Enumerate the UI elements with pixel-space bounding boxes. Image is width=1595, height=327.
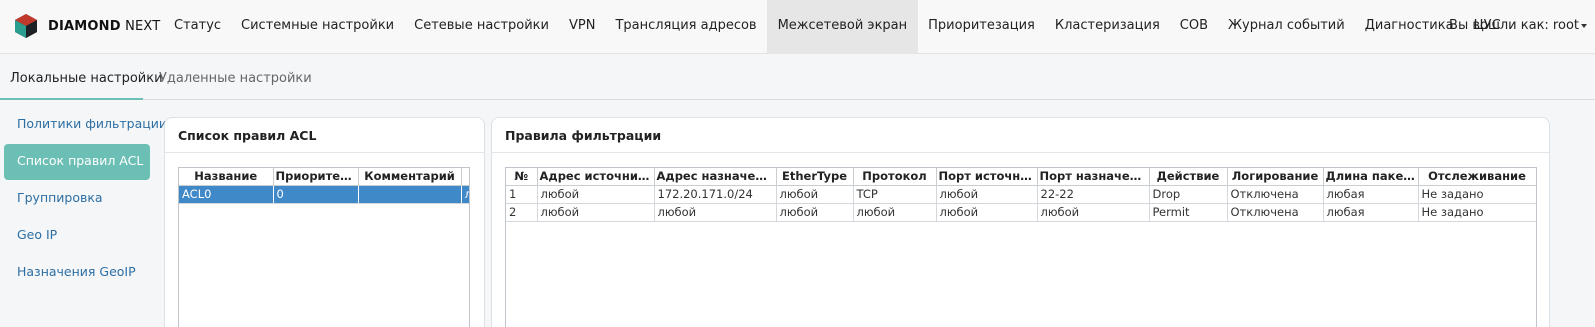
cell-protocol: любой [853,203,937,222]
cell-source-address: любой [537,203,655,222]
cell-destination-address: 172.20.171.0/24 [654,185,777,204]
cell-destination-port: 22-22 [1037,185,1150,204]
cell-packet-length: любая [1323,185,1419,204]
cell-tracking: Не задано [1418,185,1536,204]
column-header-source-address[interactable]: Адрес источника [537,168,655,186]
nav-item-system-settings[interactable]: Системные настройки [231,0,404,54]
nav-item-clustering[interactable]: Кластеризация [1045,0,1170,54]
divider [165,152,484,153]
panel-title: Правила фильтрации [505,128,662,143]
diamond-logo-icon [15,14,37,38]
column-header-packet-length[interactable]: Длина пакета [1323,168,1419,186]
column-header-ethertype[interactable]: EtherType [776,168,854,186]
tab-remote-settings[interactable]: Удаленные настройки [159,62,312,100]
top-navbar: DIAMOND NEXT Статус Системные настройки … [0,0,1595,54]
nav-item-nat[interactable]: Трансляция адресов [605,0,766,54]
column-header-destination-address[interactable]: Адрес назначения [654,168,777,186]
nav-item-prioritization[interactable]: Приоритезация [918,0,1045,54]
sidebar-item-acl-list[interactable]: Список правил ACL [4,144,150,180]
column-header-tracking[interactable]: Отслеживание [1418,168,1536,186]
table-row[interactable]: ACL0 0 л [179,185,469,204]
nav-item-diagnostics[interactable]: Диагностика [1355,0,1464,54]
nav-item-status[interactable]: Статус [164,0,231,54]
column-header-name[interactable]: Название [179,168,274,186]
cell-action: Drop [1149,185,1228,204]
sidebar-item-grouping[interactable]: Группировка [4,181,150,217]
cell-source-port: любой [936,203,1038,222]
sidebar-item-filter-policies[interactable]: Политики фильтрации [4,107,167,143]
nav-item-ids[interactable]: СОВ [1170,0,1218,54]
column-header-number[interactable]: № [506,168,538,186]
sidebar-item-geo-ip[interactable]: Geo IP [4,218,150,254]
acl-list-panel: Список правил ACL Название Приоритет... … [164,117,485,327]
cell-tracking: Не задано [1418,203,1536,222]
nav-item-firewall[interactable]: Межсетевой экран [766,0,919,54]
sidebar: Политики фильтрации Список правил ACL Гр… [0,101,167,327]
acl-table: Название Приоритет... Комментарий ACL0 0… [178,167,470,327]
column-header-action[interactable]: Действие [1149,168,1228,186]
cell-name: ACL0 [179,185,274,204]
column-header-source-port[interactable]: Порт источника [936,168,1038,186]
cell-number: 2 [506,203,538,222]
cell-protocol: TCP [853,185,937,204]
sidebar-item-geoip-assignments[interactable]: Назначения GeoIP [4,255,150,291]
cell-number: 1 [506,185,538,204]
settings-tabs: Локальные настройки Удаленные настройки [0,62,1595,100]
panel-title: Список правил ACL [178,128,317,143]
cell-packet-length: любая [1323,203,1419,222]
table-row[interactable]: 1 любой 172.20.171.0/24 любой TCP любой … [506,185,1536,204]
cell-extra: л [461,185,469,204]
nav-item-vpn[interactable]: VPN [559,0,605,54]
filter-rules-panel: Правила фильтрации № Адрес источника Адр… [491,117,1550,327]
tab-local-settings[interactable]: Локальные настройки [0,62,163,100]
column-header-logging[interactable]: Логирование [1227,168,1324,186]
cell-logging: Отключена [1227,185,1324,204]
user-label: Вы вошли как: root [1449,18,1579,33]
column-header-comment[interactable]: Комментарий [358,168,462,186]
cell-comment [358,185,462,204]
cell-destination-port: любой [1037,203,1150,222]
filter-rules-table: № Адрес источника Адрес назначения Ether… [505,167,1537,327]
nav-item-network-settings[interactable]: Сетевые настройки [404,0,559,54]
brand-name[interactable]: DIAMOND NEXT [48,19,160,34]
main-menu: Статус Системные настройки Сетевые настр… [164,0,1511,54]
column-header-priority[interactable]: Приоритет... [273,168,359,186]
column-header-extra[interactable] [461,168,469,186]
cell-destination-address: любой [654,203,777,222]
user-menu[interactable]: Вы вошли как: root [1449,0,1587,52]
cell-ethertype: любой [776,185,854,204]
table-row[interactable]: 2 любой любой любой любой любой любой Pe… [506,203,1536,222]
nav-item-event-log[interactable]: Журнал событий [1218,0,1355,54]
column-header-destination-port[interactable]: Порт назначения [1037,168,1150,186]
divider [492,152,1549,153]
cell-source-address: любой [537,185,655,204]
cell-priority: 0 [273,185,359,204]
column-header-protocol[interactable]: Протокол [853,168,937,186]
cell-action: Permit [1149,203,1228,222]
cell-source-port: любой [936,185,1038,204]
caret-down-icon [1581,23,1587,28]
cell-logging: Отключена [1227,203,1324,222]
cell-ethertype: любой [776,203,854,222]
